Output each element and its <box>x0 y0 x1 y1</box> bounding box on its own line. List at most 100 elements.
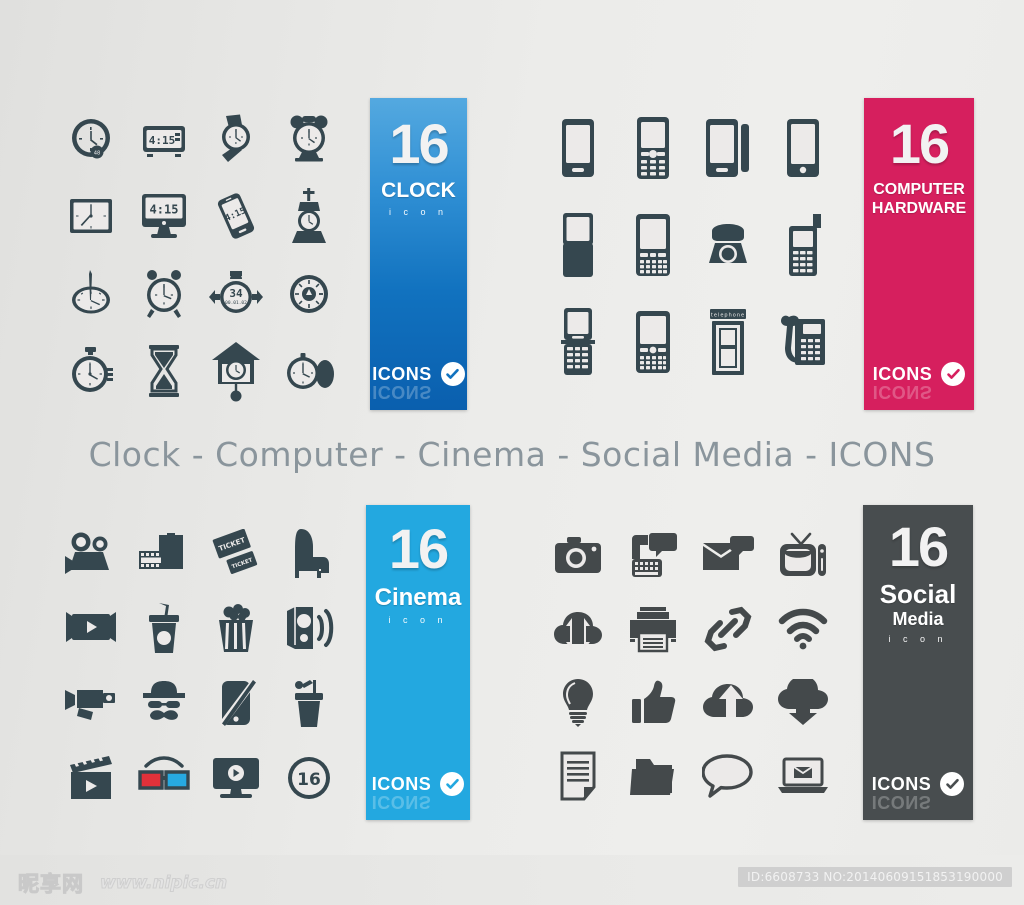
banner-badge: ICONS ICONS <box>370 362 467 402</box>
sun-dial-clock-icon <box>273 255 346 333</box>
stopwatch-24h-icon: 34 00.01.02 <box>200 255 273 333</box>
cloud-upload-icon <box>690 666 765 740</box>
wifi-icon <box>765 592 840 666</box>
banner-category-line2: HARDWARE <box>871 199 967 217</box>
svg-text:48: 48 <box>94 150 101 156</box>
banner-category: Cinema <box>374 584 462 611</box>
document-icon <box>540 739 615 813</box>
cuckoo-clock-icon <box>200 333 273 411</box>
wall-clock-icon: 48 <box>55 100 128 178</box>
banner-category: COMPUTER <box>873 181 965 198</box>
movie-tickets-icon: TICKET TICKET <box>200 515 273 590</box>
digital-alarm-clock-icon: 4:15 <box>128 100 201 178</box>
blackberry-phone-icon <box>615 293 690 390</box>
icon-grid-clock: 48 4:15 4:15 4:15 34 00.01.02 <box>55 100 345 410</box>
banner-clock[interactable]: 16 CLOCK i c o n ICONS ICONS <box>370 98 467 410</box>
link-chain-icon <box>690 592 765 666</box>
banner-number: 16 <box>889 112 950 175</box>
banner-number: 16 <box>888 515 949 578</box>
svg-text:16: 16 <box>297 770 321 790</box>
clapperboard-play-icon <box>55 740 128 815</box>
svg-text:4:15: 4:15 <box>149 134 176 147</box>
film-reel-strip-icon <box>128 515 201 590</box>
check-circle-icon <box>440 772 465 796</box>
footer-watermark-bar: 昵享网 www.nipic.cn ID:6608733 NO:201406091… <box>0 855 1024 905</box>
chat-keyboard-icon <box>615 518 690 592</box>
cloud-transfer-icon <box>540 592 615 666</box>
banner-category: CLOCK <box>381 179 456 202</box>
television-icon <box>765 518 840 592</box>
twin-bell-alarm-clock-icon <box>273 100 346 178</box>
banner-number: 16 <box>388 517 449 580</box>
cloud-download-icon <box>765 666 840 740</box>
film-camera-icon <box>55 515 128 590</box>
rotary-telephone-icon <box>690 197 765 294</box>
soda-cup-icon <box>128 590 201 665</box>
printer-icon <box>615 592 690 666</box>
svg-text:4:15: 4:15 <box>149 203 178 217</box>
telephone-booth-icon: telephone <box>690 293 765 390</box>
drink-cup-icon <box>273 665 346 740</box>
banner-badge: ICONS ICONS <box>366 772 470 812</box>
lightbulb-icon <box>540 666 615 740</box>
smartphone-home-button-icon <box>765 100 840 197</box>
svg-text:34: 34 <box>230 287 244 300</box>
folder-icon <box>615 739 690 813</box>
cinema-screen-icon <box>55 590 128 665</box>
flip-phone-icon <box>540 293 615 390</box>
feature-phone-keypad-icon <box>615 100 690 197</box>
banner-subtitle: i c o n <box>888 634 948 645</box>
page-title: Clock - Computer - Cinema - Social Media… <box>88 435 936 474</box>
banner-subtitle: i c o n <box>388 615 448 626</box>
banner-social[interactable]: 16 Social Media i c o n ICONS ICONS <box>863 505 973 820</box>
check-circle-icon <box>941 362 966 386</box>
icon-grid-social <box>540 518 840 813</box>
poster-canvas: 48 4:15 4:15 4:15 34 00.01.02 16 CLOCK i… <box>0 0 1024 905</box>
badge-word: ICONS ICONS <box>872 364 933 402</box>
alarm-clock-icon <box>128 255 201 333</box>
no-phone-icon <box>200 665 273 740</box>
smartphone-icon <box>540 100 615 197</box>
badge-word: ICONS ICONS <box>372 364 432 402</box>
watermark-url: www.nipic.cn <box>99 873 228 894</box>
email-chat-icon <box>690 518 765 592</box>
watermark-logo: 昵享网 <box>18 872 84 897</box>
check-circle-icon <box>440 362 465 386</box>
desk-phone-icon <box>765 293 840 390</box>
wristwatch-icon <box>200 100 273 178</box>
tablet-with-case-icon <box>690 100 765 197</box>
church-tower-clock-icon <box>273 178 346 256</box>
svg-text:telephone: telephone <box>710 312 744 318</box>
desktop-monitor-clock-icon: 4:15 <box>128 178 201 256</box>
tv-play-icon <box>200 740 273 815</box>
thumbs-up-icon <box>615 666 690 740</box>
badge-word-reflection: ICONS <box>872 382 933 402</box>
badge-word: ICONS ICONS <box>371 774 432 812</box>
oval-clock-icon <box>55 255 128 333</box>
badge-word-reflection: ICONS <box>871 792 932 812</box>
square-wall-clock-icon <box>55 178 128 256</box>
3d-glasses-icon <box>128 740 201 815</box>
banner-category: Social <box>879 579 957 609</box>
banner-computer[interactable]: 16 COMPUTER HARDWARE ICONS ICONS <box>864 98 974 410</box>
laptop-email-icon <box>765 739 840 813</box>
banner-subtitle: i c o n <box>388 207 448 218</box>
smartphone-clock-icon: 4:15 <box>200 178 273 256</box>
photo-camera-icon <box>540 518 615 592</box>
banner-badge: ICONS ICONS <box>863 772 973 812</box>
hourglass-icon <box>128 333 201 411</box>
icon-grid-cinema: TICKET TICKET 16 <box>55 515 345 815</box>
speech-bubble-icon <box>690 739 765 813</box>
candybar-phone-icon <box>765 197 840 294</box>
check-circle-icon <box>940 772 965 796</box>
banner-number: 16 <box>389 112 449 175</box>
old-film-camera-icon <box>55 665 128 740</box>
cinema-seat-icon <box>273 515 346 590</box>
age-rating-16-icon: 16 <box>273 740 346 815</box>
qwerty-phone-icon <box>615 197 690 294</box>
icon-grid-computer: telephone <box>540 100 840 390</box>
badge-word-reflection: ICONS <box>371 792 432 812</box>
slider-phone-icon <box>540 197 615 294</box>
badge-word: ICONS ICONS <box>871 774 932 812</box>
banner-cinema[interactable]: 16 Cinema i c o n ICONS ICONS <box>366 505 470 820</box>
